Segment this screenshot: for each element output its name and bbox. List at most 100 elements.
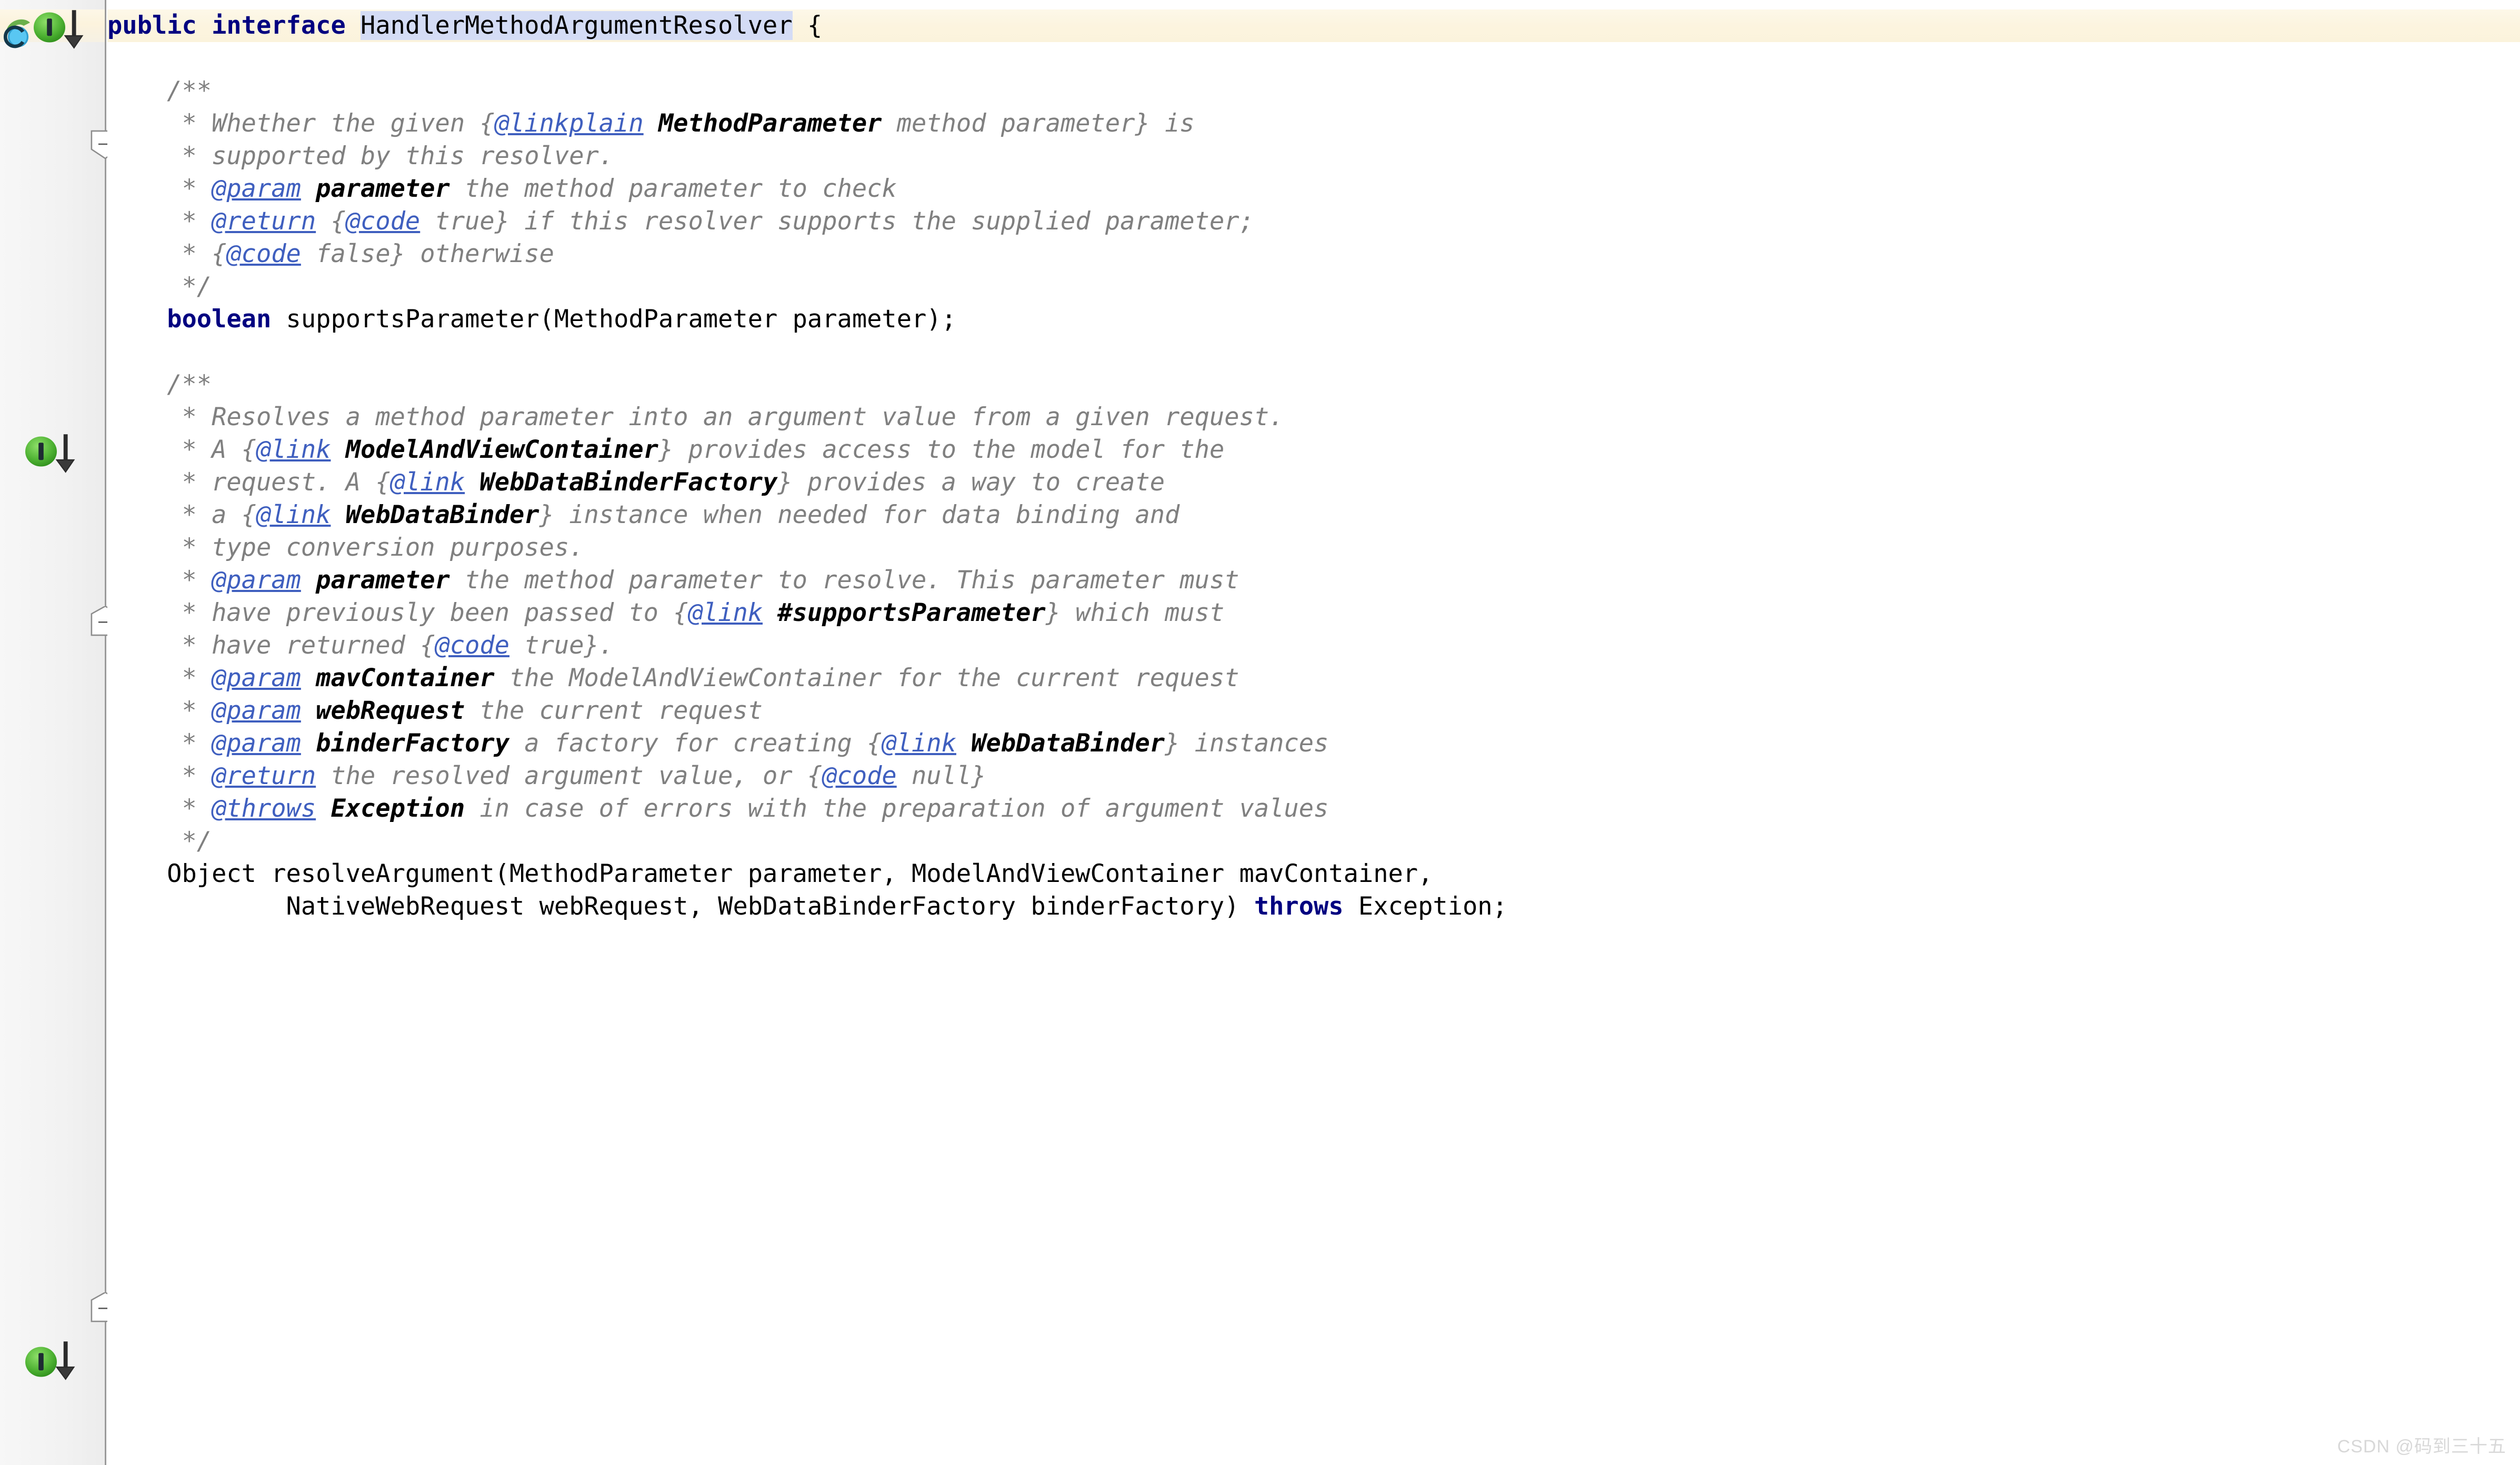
code-token: * Resolves a method parameter into an ar… xyxy=(107,403,1284,432)
navigate-down-arrow-icon[interactable] xyxy=(63,8,84,52)
line-javadoc2-2[interactable]: * A {@link ModelAndViewContainer} provid… xyxy=(107,434,1224,466)
code-token: @return xyxy=(212,207,316,236)
line-resolve-argument-2[interactable]: NativeWebRequest webRequest, WebDataBind… xyxy=(107,890,1507,923)
code-token: mavContainer xyxy=(316,664,495,693)
code-token: @linkplain xyxy=(494,109,644,138)
code-token: @code xyxy=(226,239,301,268)
code-token: @param xyxy=(212,729,301,758)
line-javadoc2-11[interactable]: * @param binderFactory a factory for cre… xyxy=(107,727,1328,760)
code-token: { xyxy=(316,207,346,236)
code-token: null} xyxy=(896,761,986,790)
navigate-down-arrow-icon[interactable] xyxy=(55,433,76,476)
csdn-watermark: CSDN @码到三十五 xyxy=(2337,1437,2506,1457)
code-token: public xyxy=(107,11,197,40)
code-token: @code xyxy=(345,207,421,236)
code-token: NativeWebRequest webRequest, WebDataBind… xyxy=(107,892,1254,921)
editor-gutter[interactable] xyxy=(0,0,105,1465)
line-supports-parameter[interactable]: boolean supportsParameter(MethodParamete… xyxy=(107,303,956,336)
code-token: @link xyxy=(882,729,956,758)
code-token: @param xyxy=(212,174,301,203)
line-javadoc1-open[interactable]: /** xyxy=(107,75,212,107)
code-token: Exception; xyxy=(1343,892,1507,921)
code-token: * a { xyxy=(107,500,256,529)
code-token: parameter xyxy=(316,174,450,203)
line-javadoc2-7[interactable]: * have previously been passed to {@link … xyxy=(107,597,1224,629)
line-javadoc2-10[interactable]: * @param webRequest the current request xyxy=(107,695,763,727)
line-javadoc1-2[interactable]: * supported by this resolver. xyxy=(107,140,614,173)
line-javadoc2-6[interactable]: * @param parameter the method parameter … xyxy=(107,564,1239,597)
code-token: MethodParameter xyxy=(658,109,882,138)
line-javadoc2-5[interactable]: * type conversion purposes. xyxy=(107,531,584,564)
code-token: the method parameter to check xyxy=(449,174,897,203)
code-token: * xyxy=(107,174,212,203)
code-token: @return xyxy=(212,761,316,790)
code-token: */ xyxy=(107,827,212,856)
code-token: the ModelAndViewContainer for the curren… xyxy=(494,664,1239,693)
code-token: the method parameter to resolve. This pa… xyxy=(449,566,1239,595)
code-token: { xyxy=(792,11,823,40)
code-token: boolean xyxy=(167,305,272,334)
line-javadoc2-9[interactable]: * @param mavContainer the ModelAndViewCo… xyxy=(107,662,1239,695)
code-token: the current request xyxy=(465,696,763,725)
line-blank-2[interactable] xyxy=(107,336,122,368)
code-token: true} if this resolver supports the supp… xyxy=(420,207,1254,236)
code-token: @param xyxy=(212,696,301,725)
code-token: * A { xyxy=(107,435,256,464)
line-javadoc2-13[interactable]: * @throws Exception in case of errors wi… xyxy=(107,792,1328,825)
code-token: @link xyxy=(256,435,331,464)
code-token: webRequest xyxy=(316,696,465,725)
code-token: * xyxy=(107,696,212,725)
line-javadoc2-8[interactable]: * have returned {@code true}. xyxy=(107,629,614,662)
code-token: ModelAndViewContainer xyxy=(345,435,658,464)
code-token: #supportsParameter xyxy=(777,598,1046,627)
code-token: WebDataBinder xyxy=(345,500,539,529)
line-javadoc1-close[interactable]: */ xyxy=(107,270,212,303)
line-javadoc1-5[interactable]: * {@code false} otherwise xyxy=(107,238,554,270)
code-token: @throws xyxy=(212,794,316,823)
line-javadoc2-3[interactable]: * request. A {@link WebDataBinderFactory… xyxy=(107,466,1165,499)
line-javadoc2-1[interactable]: * Resolves a method parameter into an ar… xyxy=(107,401,1284,434)
code-token: Object resolveArgument(MethodParameter p… xyxy=(107,859,1433,888)
line-javadoc1-3[interactable]: * @param parameter the method parameter … xyxy=(107,173,897,205)
line-javadoc2-4[interactable]: * a {@link WebDataBinder} instance when … xyxy=(107,499,1179,531)
code-token: the resolved argument value, or { xyxy=(316,761,823,790)
line-javadoc1-1[interactable]: * Whether the given {@linkplain MethodPa… xyxy=(107,107,1195,140)
line-javadoc1-4[interactable]: * @return {@code true} if this resolver … xyxy=(107,205,1254,238)
code-token: /** xyxy=(107,76,212,105)
code-token: a factory for creating { xyxy=(509,729,882,758)
code-token: true}. xyxy=(509,631,614,660)
code-token: method parameter} is xyxy=(882,109,1195,138)
code-token: * request. A { xyxy=(107,468,391,497)
code-token: Exception xyxy=(331,794,465,823)
code-token: } provides a way to create xyxy=(777,468,1165,497)
code-token: @code xyxy=(822,761,897,790)
code-token: binderFactory xyxy=(316,729,510,758)
navigate-down-arrow-icon[interactable] xyxy=(55,1340,76,1383)
line-blank-1[interactable] xyxy=(107,42,122,75)
line-javadoc2-12[interactable]: * @return the resolved argument value, o… xyxy=(107,760,986,792)
code-token: } instances xyxy=(1165,729,1329,758)
line-interface-decl[interactable]: public interface HandlerMethodArgumentRe… xyxy=(107,9,822,42)
line-resolve-argument-1[interactable]: Object resolveArgument(MethodParameter p… xyxy=(107,858,1433,890)
code-token: interface xyxy=(212,11,346,40)
code-token: * xyxy=(107,664,212,693)
code-token: throws xyxy=(1254,892,1344,921)
code-token: */ xyxy=(107,272,212,301)
gutter-divider-line xyxy=(105,0,106,1465)
line-javadoc2-close[interactable]: */ xyxy=(107,825,212,858)
code-editor-area[interactable]: public interface HandlerMethodArgumentRe… xyxy=(107,0,2520,1465)
line-javadoc2-open[interactable]: /** xyxy=(107,368,212,401)
code-token: WebDataBinder xyxy=(971,729,1165,758)
code-token: * supported by this resolver. xyxy=(107,142,614,170)
code-token: * { xyxy=(107,239,227,268)
